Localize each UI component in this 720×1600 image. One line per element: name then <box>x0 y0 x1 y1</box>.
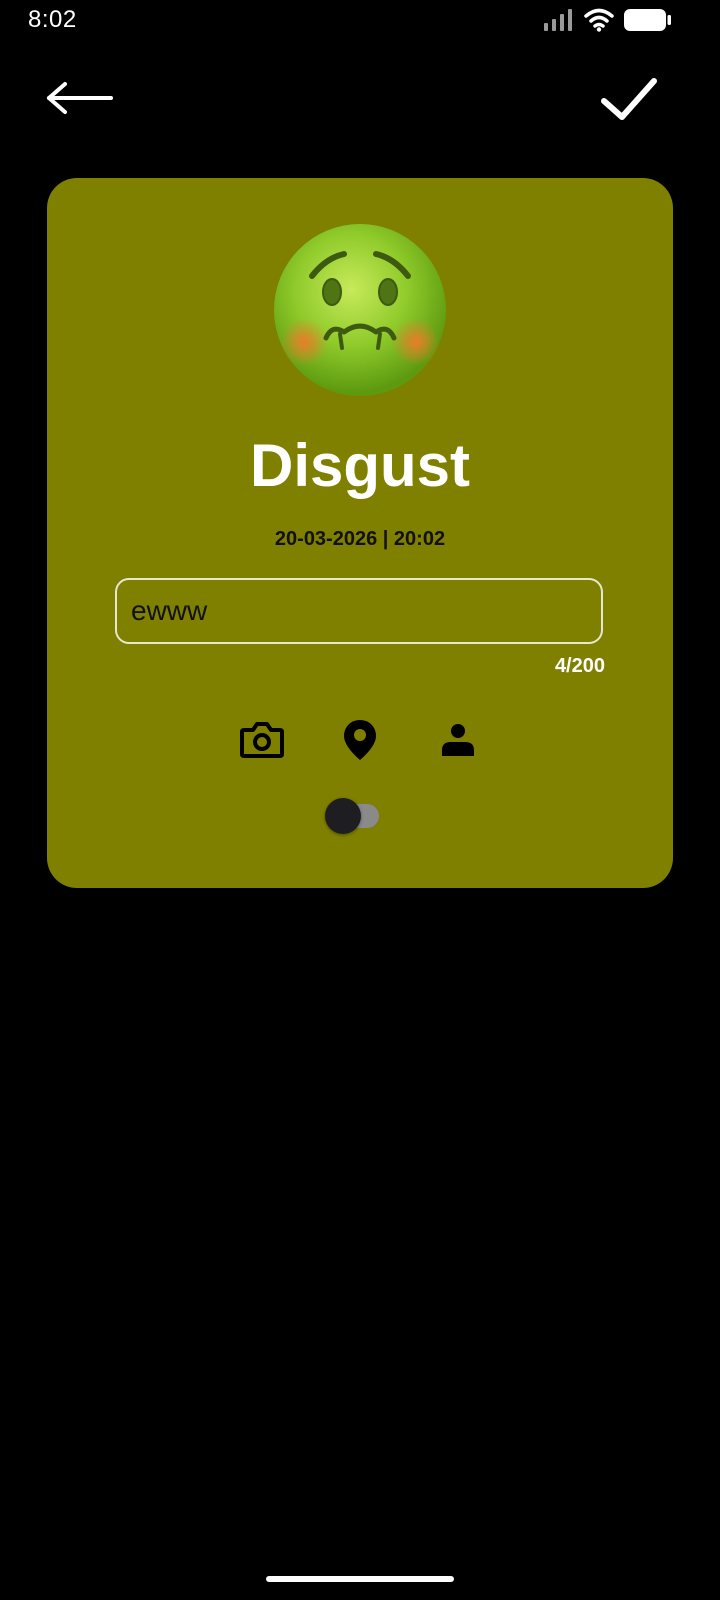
signal-icon <box>544 9 574 31</box>
back-button[interactable] <box>40 72 120 124</box>
person-button[interactable] <box>436 718 480 762</box>
attachment-row <box>47 718 673 762</box>
mood-title: Disgust <box>249 432 471 499</box>
camera-button[interactable] <box>240 718 284 762</box>
status-bar: 8:02 <box>0 0 720 42</box>
location-button[interactable] <box>338 718 382 762</box>
battery-icon <box>624 8 672 32</box>
char-counter: 4/200 <box>554 655 605 677</box>
mood-datetime[interactable]: 20-03-2026 | 20:02 <box>47 528 673 551</box>
arrow-left-icon <box>47 82 113 114</box>
mood-card: Disgust 20-03-2026 | 20:02 4/200 <box>47 178 673 888</box>
status-icons <box>544 8 672 32</box>
note-input[interactable] <box>131 595 587 627</box>
camera-icon <box>240 722 284 758</box>
toggle-thumb[interactable] <box>325 798 361 834</box>
status-time: 8:02 <box>28 6 77 33</box>
note-input-box[interactable] <box>115 578 603 644</box>
mood-entry-screen: 8:02 Disgust 20-03-2026 | 20:02 ewww 4/2… <box>0 0 720 1600</box>
location-pin-icon <box>344 720 376 760</box>
confirm-button[interactable] <box>594 70 664 130</box>
home-indicator[interactable] <box>266 1576 454 1582</box>
nauseated-face-icon[interactable] <box>270 220 450 400</box>
checkmark-icon <box>601 78 657 120</box>
privacy-toggle[interactable] <box>325 798 385 834</box>
person-icon <box>442 724 474 756</box>
wifi-icon <box>584 8 614 32</box>
